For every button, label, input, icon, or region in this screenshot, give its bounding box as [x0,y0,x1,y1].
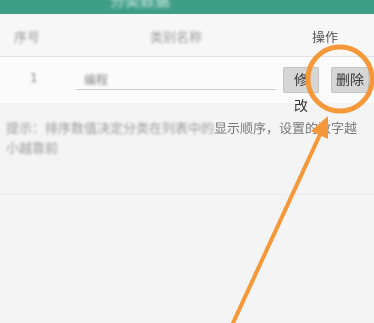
column-index: 序号 [14,31,41,46]
table-row: 1 编程 修改 删除 [0,57,374,115]
hint-visible-text: 显示顺序，设置的数字越 [214,122,358,137]
column-operations: 操作 [312,31,339,46]
app-header: 分类数据 [0,0,374,14]
hint-text: 提示：排序数值决定分类在列表中的显示顺序，设置的数字越 小越靠前 [6,120,366,160]
row-name: 编程 [84,73,109,87]
name-underline [76,89,276,90]
edit-button[interactable]: 修改 [283,67,319,115]
delete-button[interactable]: 删除 [331,67,369,93]
hint-line-2: 小越靠前 [6,142,59,157]
page-title: 分类数据 [110,0,171,10]
hint-blurred-text: 提示：排序数值决定分类在列表中的 [6,122,215,137]
row-index: 1 [30,71,38,85]
column-name: 类别名称 [150,31,203,46]
divider [0,194,374,195]
table-header: 序号 类别名称 操作 [0,14,374,57]
